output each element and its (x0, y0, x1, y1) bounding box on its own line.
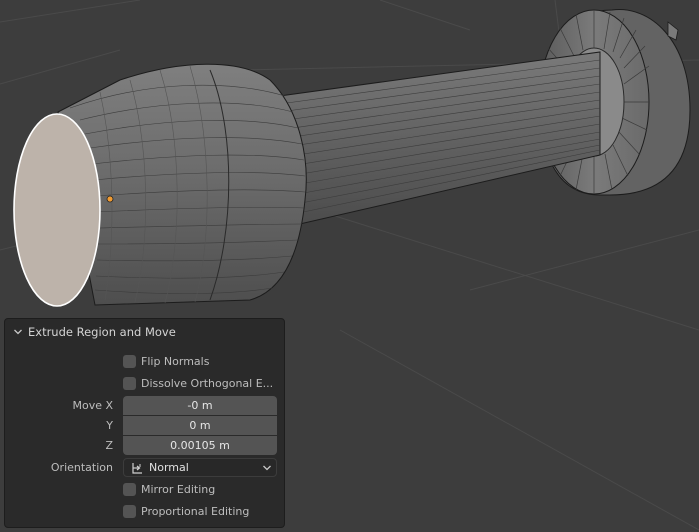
mirror-editing-row[interactable]: Mirror Editing (5, 480, 284, 500)
move-x-label: Move X (72, 399, 113, 412)
panel-title: Extrude Region and Move (28, 325, 176, 339)
orientation-select[interactable]: Normal (123, 458, 277, 477)
flip-normals-label: Flip Normals (141, 355, 210, 368)
proportional-editing-label: Proportional Editing (141, 505, 250, 518)
chevron-down-icon[interactable] (13, 327, 23, 337)
move-x-row: Move X -0 m (5, 396, 284, 416)
dissolve-orthogonal-label: Dissolve Orthogonal E... (141, 377, 274, 390)
orientation-label: Orientation (50, 461, 113, 474)
flip-normals-checkbox[interactable] (123, 355, 136, 368)
proportional-editing-row[interactable]: Proportional Editing (5, 502, 284, 522)
orientation-value: Normal (149, 461, 189, 474)
move-z-field[interactable]: 0.00105 m (123, 436, 277, 455)
move-y-field[interactable]: 0 m (123, 416, 277, 435)
origin-point (106, 195, 114, 203)
mesh-shaft (264, 51, 601, 233)
move-z-row: Z 0.00105 m (5, 436, 284, 456)
move-y-label: Y (106, 419, 113, 432)
dissolve-orthogonal-checkbox[interactable] (123, 377, 136, 390)
operator-panel[interactable]: Extrude Region and Move Flip Normals Dis… (4, 318, 285, 528)
dissolve-orthogonal-row[interactable]: Dissolve Orthogonal E... (5, 374, 284, 394)
orientation-normal-icon (132, 462, 142, 474)
flip-normals-row[interactable]: Flip Normals (5, 352, 284, 372)
move-x-field[interactable]: -0 m (123, 396, 277, 415)
selected-face[interactable] (13, 113, 101, 307)
move-z-label: Z (105, 439, 113, 452)
orientation-row: Orientation Normal (5, 458, 284, 478)
mirror-editing-checkbox[interactable] (123, 483, 136, 496)
mirror-editing-label: Mirror Editing (141, 483, 216, 496)
proportional-editing-checkbox[interactable] (123, 505, 136, 518)
chevron-down-icon (263, 465, 271, 471)
move-y-row: Y 0 m (5, 416, 284, 436)
panel-header[interactable]: Extrude Region and Move (5, 319, 284, 345)
